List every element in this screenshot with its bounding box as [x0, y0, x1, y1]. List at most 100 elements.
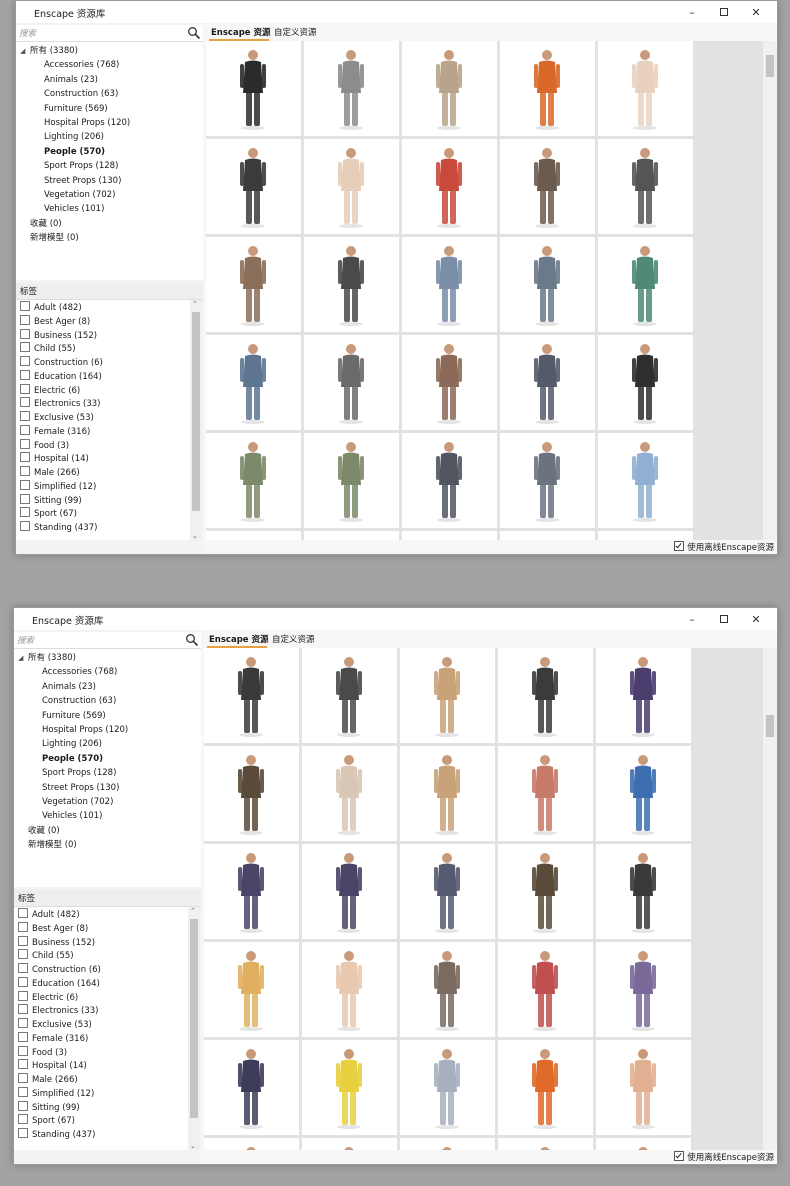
asset-thumbnail[interactable] [498, 844, 593, 939]
tree-root-item[interactable]: 所有 (3380) [30, 44, 78, 58]
search-input[interactable]: 搜索 [17, 634, 34, 646]
asset-thumbnail[interactable] [400, 942, 495, 1037]
tag-checkbox[interactable] [20, 424, 30, 435]
tag-checkbox[interactable] [18, 935, 28, 946]
tag-item[interactable]: Education (164) [18, 976, 100, 991]
tag-checkbox[interactable] [18, 1073, 28, 1083]
tree-category-item[interactable]: Street Props (130) [42, 781, 119, 795]
grid-scrollbar[interactable] [763, 41, 777, 540]
tag-item[interactable]: Standing (437) [20, 521, 97, 535]
tag-checkbox[interactable] [18, 908, 28, 918]
tag-item[interactable]: Best Ager (8) [20, 314, 90, 329]
tree-category-item[interactable]: Animals (23) [44, 73, 98, 87]
tag-checkbox[interactable] [20, 411, 30, 421]
asset-thumbnail[interactable] [206, 237, 301, 332]
tag-checkbox[interactable] [18, 1128, 28, 1138]
tab-custom-assets[interactable]: 自定义资源 [274, 26, 317, 38]
tree-root-item[interactable]: 收藏 (0) [28, 824, 60, 838]
grid-scrollbar-thumb[interactable] [766, 715, 774, 737]
tag-item[interactable]: Simplified (12) [18, 1086, 94, 1101]
tag-item[interactable]: Sport (67) [20, 507, 77, 521]
asset-thumbnail[interactable] [204, 1040, 299, 1135]
asset-thumbnail[interactable] [498, 746, 593, 841]
tag-item[interactable]: Exclusive (53) [18, 1018, 92, 1032]
asset-thumbnail[interactable] [204, 1138, 299, 1150]
asset-thumbnail[interactable] [402, 41, 497, 136]
close-button[interactable]: ✕ [741, 610, 771, 628]
tag-item[interactable]: Adult (482) [18, 908, 80, 922]
tree-category-item[interactable]: People (570) [44, 145, 105, 159]
asset-thumbnail[interactable] [402, 335, 497, 430]
asset-thumbnail[interactable] [302, 1040, 397, 1135]
tag-item[interactable]: Simplified (12) [20, 479, 96, 494]
asset-thumbnail[interactable] [400, 1138, 495, 1150]
asset-thumbnail[interactable] [302, 648, 397, 743]
tree-category-item[interactable]: Animals (23) [42, 680, 96, 694]
tag-checkbox[interactable] [18, 1018, 28, 1028]
tag-item[interactable]: Food (3) [20, 438, 69, 453]
asset-thumbnail[interactable] [596, 746, 691, 841]
tag-item[interactable]: Standing (437) [18, 1128, 95, 1142]
asset-thumbnail[interactable] [500, 531, 595, 540]
asset-thumbnail[interactable] [400, 844, 495, 939]
scroll-up-arrow-icon[interactable]: ⌃ [190, 907, 196, 915]
tag-item[interactable]: Sitting (99) [20, 493, 82, 508]
tab-enscape-assets[interactable]: Enscape 资源 [209, 633, 269, 645]
asset-thumbnail[interactable] [304, 237, 399, 332]
asset-thumbnail[interactable] [206, 139, 301, 234]
tree-category-item[interactable]: Sport Props (128) [42, 766, 116, 780]
tag-item[interactable]: Sitting (99) [18, 1100, 80, 1115]
asset-thumbnail[interactable] [598, 335, 693, 430]
tag-item[interactable]: Male (266) [18, 1073, 78, 1087]
close-button[interactable]: ✕ [741, 3, 771, 21]
tree-category-item[interactable]: Sport Props (128) [44, 159, 118, 173]
tree-category-item[interactable]: Accessories (768) [44, 58, 119, 72]
tag-checkbox[interactable] [18, 921, 28, 932]
asset-thumbnail[interactable] [500, 433, 595, 528]
tree-category-item[interactable]: Vehicles (101) [42, 809, 102, 823]
maximize-button[interactable] [709, 610, 739, 628]
asset-thumbnail[interactable] [400, 648, 495, 743]
tree-root-item[interactable]: 新增模型 (0) [28, 838, 77, 852]
asset-thumbnail[interactable] [304, 41, 399, 136]
search-bar[interactable]: 搜索 [16, 25, 203, 42]
offline-option[interactable]: 使用离线Enscape资源 [674, 541, 774, 553]
tag-checkbox[interactable] [20, 452, 30, 463]
tree-category-item[interactable]: Furniture (569) [42, 709, 106, 723]
tag-checkbox[interactable] [18, 963, 28, 973]
asset-thumbnail[interactable] [402, 139, 497, 234]
tree-category-item[interactable]: Lighting (206) [42, 737, 102, 751]
asset-thumbnail[interactable] [402, 433, 497, 528]
tree-category-item[interactable]: Construction (63) [42, 694, 116, 708]
tree-category-item[interactable]: Accessories (768) [42, 665, 117, 679]
tree-category-item[interactable]: Hospital Props (120) [42, 723, 128, 737]
tag-checkbox[interactable] [20, 438, 30, 449]
tag-checkbox[interactable] [20, 383, 30, 394]
asset-thumbnail[interactable] [500, 41, 595, 136]
asset-thumbnail[interactable] [400, 746, 495, 841]
asset-thumbnail[interactable] [500, 139, 595, 234]
asset-thumbnail[interactable] [598, 41, 693, 136]
tree-root-item[interactable]: 所有 (3380) [28, 651, 76, 665]
asset-thumbnail[interactable] [498, 1138, 593, 1150]
asset-thumbnail[interactable] [596, 844, 691, 939]
tag-checkbox[interactable] [18, 1059, 28, 1070]
asset-thumbnail[interactable] [402, 237, 497, 332]
offline-checkbox[interactable] [674, 541, 685, 551]
tag-item[interactable]: Business (152) [18, 935, 95, 950]
tag-checkbox[interactable] [18, 1086, 28, 1097]
tag-item[interactable]: Exclusive (53) [20, 411, 94, 425]
asset-thumbnail[interactable] [204, 844, 299, 939]
asset-thumbnail[interactable] [498, 1040, 593, 1135]
tag-item[interactable]: Construction (6) [20, 356, 103, 370]
tag-scrollbar-thumb[interactable] [192, 312, 200, 511]
tree-category-item[interactable]: Hospital Props (120) [44, 116, 130, 130]
asset-thumbnail[interactable] [400, 1040, 495, 1135]
grid-scrollbar-thumb[interactable] [766, 55, 774, 77]
asset-thumbnail[interactable] [302, 844, 397, 939]
tag-checkbox[interactable] [18, 949, 28, 960]
tag-item[interactable]: Male (266) [20, 466, 80, 480]
asset-thumbnail[interactable] [596, 1040, 691, 1135]
tag-item[interactable]: Sport (67) [18, 1114, 75, 1128]
expand-triangle-icon[interactable]: ◢ [18, 651, 23, 665]
